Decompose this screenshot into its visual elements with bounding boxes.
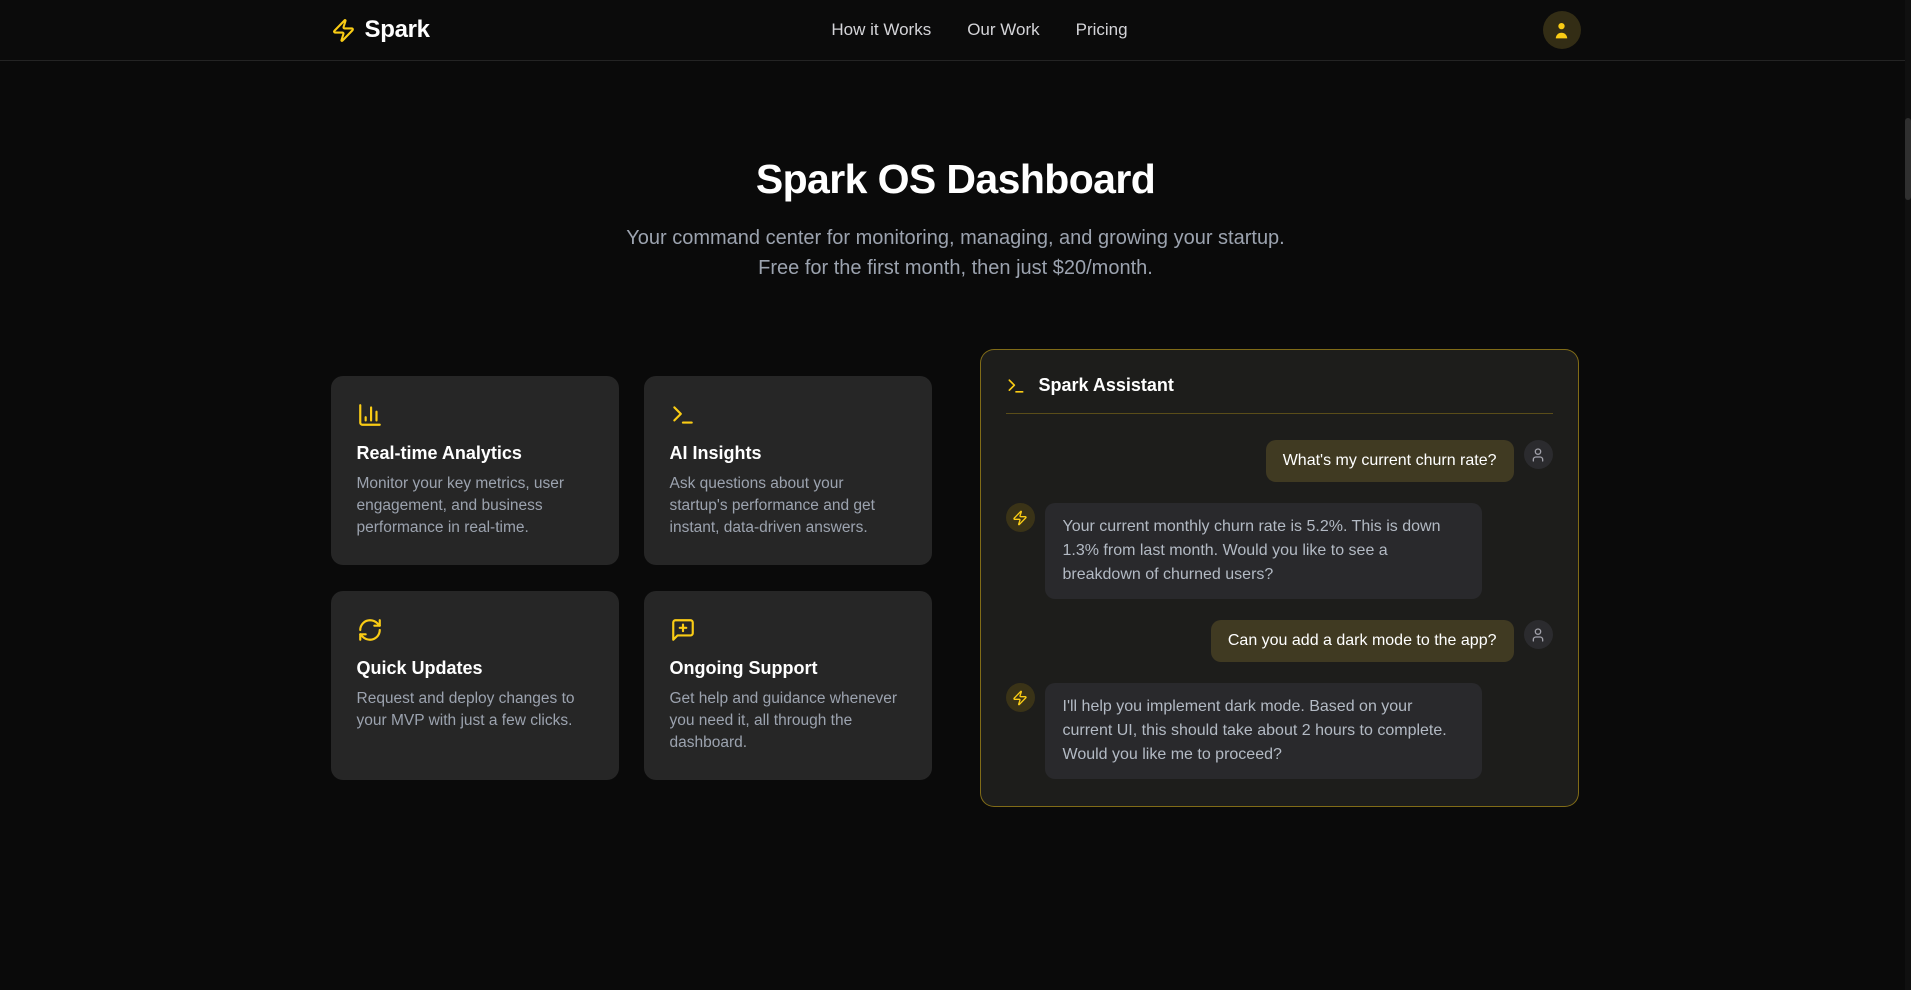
page-title: Spark OS Dashboard xyxy=(0,156,1911,203)
page-scrollbar[interactable] xyxy=(1905,0,1911,990)
user-message-bubble: Can you add a dark mode to the app? xyxy=(1211,620,1514,662)
features-grid: Real-time Analytics Monitor your key met… xyxy=(331,376,932,780)
assistant-message-bubble: I'll help you implement dark mode. Based… xyxy=(1045,683,1482,779)
main-content: Spark OS Dashboard Your command center f… xyxy=(0,61,1911,807)
content-section: Real-time Analytics Monitor your key met… xyxy=(331,349,1581,807)
nav-link-our-work[interactable]: Our Work xyxy=(967,20,1039,40)
feature-title: Quick Updates xyxy=(357,658,593,679)
terminal-icon xyxy=(1006,376,1026,396)
user-message-row: Can you add a dark mode to the app? xyxy=(1006,620,1553,662)
navbar: Spark How it Works Our Work Pricing xyxy=(0,0,1911,61)
feature-card-ongoing-support: Ongoing Support Get help and guidance wh… xyxy=(644,591,932,780)
assistant-panel-header: Spark Assistant xyxy=(1006,375,1553,414)
feature-description: Monitor your key metrics, user engagemen… xyxy=(357,473,593,539)
assistant-message-bubble: Your current monthly churn rate is 5.2%.… xyxy=(1045,503,1482,599)
zap-icon xyxy=(1012,510,1028,526)
assistant-message-row: I'll help you implement dark mode. Based… xyxy=(1006,683,1553,779)
refresh-icon xyxy=(357,617,593,643)
message-list: What's my current churn rate? Your curre… xyxy=(1006,440,1553,779)
assistant-avatar xyxy=(1006,683,1035,712)
feature-description: Get help and guidance whenever you need … xyxy=(670,688,906,754)
user-message-row: What's my current churn rate? xyxy=(1006,440,1553,482)
scrollbar-thumb[interactable] xyxy=(1905,118,1911,200)
user-icon xyxy=(1530,627,1546,643)
user-icon xyxy=(1551,20,1572,41)
assistant-avatar xyxy=(1006,503,1035,532)
user-avatar xyxy=(1524,620,1553,649)
hero-subtitle: Your command center for monitoring, mana… xyxy=(611,223,1301,283)
feature-title: Ongoing Support xyxy=(670,658,906,679)
feature-title: Real-time Analytics xyxy=(357,443,593,464)
nav-link-pricing[interactable]: Pricing xyxy=(1076,20,1128,40)
feature-description: Request and deploy changes to your MVP w… xyxy=(357,688,593,732)
nav-link-how-it-works[interactable]: How it Works xyxy=(831,20,931,40)
zap-icon xyxy=(1012,690,1028,706)
feature-card-quick-updates: Quick Updates Request and deploy changes… xyxy=(331,591,619,780)
brand[interactable]: Spark xyxy=(331,16,430,44)
assistant-panel-title: Spark Assistant xyxy=(1039,375,1174,396)
user-avatar xyxy=(1524,440,1553,469)
nav-links: How it Works Our Work Pricing xyxy=(831,20,1127,40)
message-square-plus-icon xyxy=(670,617,906,643)
assistant-message-row: Your current monthly churn rate is 5.2%.… xyxy=(1006,503,1553,599)
bar-chart-icon xyxy=(357,402,593,428)
hero-section: Spark OS Dashboard Your command center f… xyxy=(0,61,1911,283)
brand-name: Spark xyxy=(365,16,430,44)
assistant-panel: Spark Assistant What's my current churn … xyxy=(980,349,1579,807)
feature-title: AI Insights xyxy=(670,443,906,464)
user-icon xyxy=(1530,447,1546,463)
feature-card-ai-insights: AI Insights Ask questions about your sta… xyxy=(644,376,932,565)
account-avatar-button[interactable] xyxy=(1543,11,1581,49)
feature-card-realtime-analytics: Real-time Analytics Monitor your key met… xyxy=(331,376,619,565)
spark-logo-icon xyxy=(331,18,356,43)
user-message-bubble: What's my current churn rate? xyxy=(1266,440,1514,482)
terminal-icon xyxy=(670,402,906,428)
feature-description: Ask questions about your startup's perfo… xyxy=(670,473,906,539)
